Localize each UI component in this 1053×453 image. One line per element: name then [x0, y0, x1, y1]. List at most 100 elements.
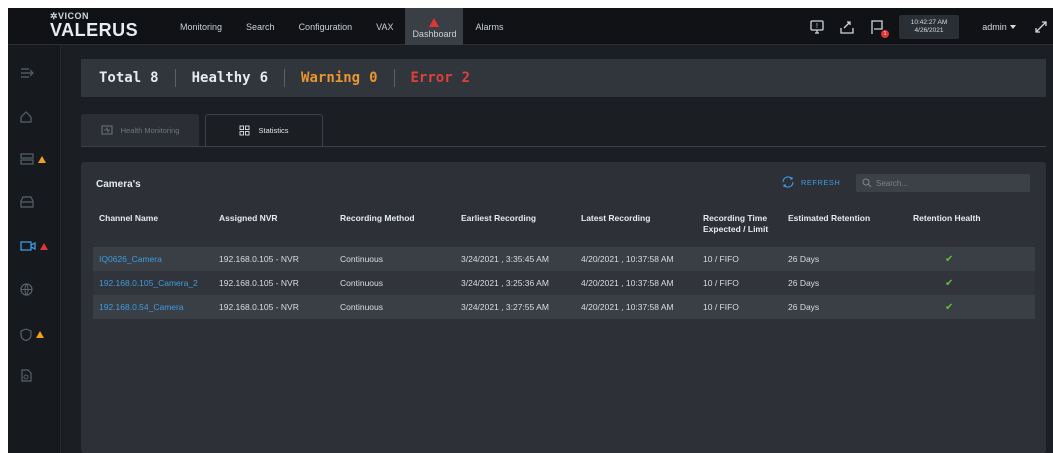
tab-statistics[interactable]: Statistics	[205, 114, 323, 146]
notification-badge: 1	[881, 29, 889, 38]
cell-retention: 26 Days	[782, 271, 905, 295]
cameras-table: Channel Name Assigned NVR Recording Meth…	[93, 207, 1035, 319]
shield-icon	[20, 327, 32, 341]
cell-nvr: 192.168.0.105 - NVR	[213, 271, 334, 295]
col-recording-method[interactable]: Recording Method	[334, 207, 455, 247]
flag-icon[interactable]: 1	[869, 19, 889, 38]
table-row[interactable]: IQ0626_Camera 192.168.0.105 - NVR Contin…	[93, 247, 1035, 271]
cell-method: Continuous	[334, 271, 455, 295]
main-nav: Monitoring Search Configuration VAX Dash…	[168, 8, 515, 45]
sidebar-item-shield[interactable]	[8, 324, 61, 344]
refresh-button[interactable]: REFRESH	[781, 176, 840, 188]
network-icon[interactable]	[8, 279, 61, 299]
monitor-alert-icon[interactable]: !	[809, 19, 825, 35]
clock-display: 10:42:27 AM 4/26/2021	[899, 14, 959, 39]
channel-name-link[interactable]: 192.168.0.105_Camera_2	[93, 271, 213, 295]
search-input[interactable]	[876, 178, 1016, 188]
dashboard-alert-icon	[429, 18, 440, 27]
tab-health-monitoring[interactable]: Health Monitoring	[81, 114, 199, 146]
report-icon[interactable]	[8, 365, 61, 385]
nav-configuration[interactable]: Configuration	[287, 8, 365, 45]
sidebar	[8, 45, 61, 453]
summary-warning[interactable]: Warning 0	[301, 70, 377, 86]
col-latest-recording[interactable]: Latest Recording	[575, 207, 697, 247]
cell-method: Continuous	[334, 247, 455, 271]
sidebar-item-camera[interactable]	[8, 236, 61, 256]
cell-latest: 4/20/2021 , 10:37:58 AM	[575, 271, 697, 295]
col-assigned-nvr[interactable]: Assigned NVR	[213, 207, 334, 247]
divider	[284, 69, 286, 87]
channel-name-link[interactable]: IQ0626_Camera	[93, 247, 213, 271]
collapse-menu-icon[interactable]	[8, 63, 61, 83]
health-monitor-icon	[101, 125, 113, 135]
vicon-valerus-logo: ✲VICON VALERUS	[50, 12, 139, 40]
table-row[interactable]: 192.168.0.105_Camera_2 192.168.0.105 - N…	[93, 271, 1035, 295]
chevron-down-icon	[1009, 24, 1016, 29]
divider	[174, 69, 176, 87]
nav-search[interactable]: Search	[234, 8, 287, 45]
warning-icon	[38, 155, 46, 163]
table-header-row: Channel Name Assigned NVR Recording Meth…	[93, 207, 1035, 247]
tab-statistics-label: Statistics	[258, 126, 289, 135]
nav-alarms[interactable]: Alarms	[463, 8, 515, 45]
user-name: admin	[982, 21, 1007, 32]
healthy-label: Healthy	[191, 70, 251, 86]
col-estimated-retention[interactable]: Estimated Retention	[782, 207, 905, 247]
cell-retention: 26 Days	[782, 295, 905, 319]
nav-vax[interactable]: VAX	[364, 8, 405, 45]
cell-retention: 26 Days	[782, 247, 905, 271]
warning-value: 0	[369, 70, 378, 86]
cameras-panel: Camera's REFRESH Channel Name Assigned N…	[81, 162, 1046, 453]
summary-healthy[interactable]: Healthy 6	[192, 70, 268, 86]
storage-icon	[20, 153, 34, 165]
total-label: Total	[99, 70, 142, 86]
home-icon[interactable]	[8, 107, 61, 127]
camera-icon	[20, 241, 36, 251]
search-box	[856, 174, 1030, 192]
nav-monitoring[interactable]: Monitoring	[168, 8, 234, 45]
error-icon	[40, 242, 48, 250]
server-icon[interactable]	[8, 192, 61, 212]
col-recording-time[interactable]: Recording Time Expected / Limit	[697, 207, 782, 247]
cell-earliest: 3/24/2021 , 3:25:36 AM	[455, 271, 575, 295]
summary-total[interactable]: Total 8	[99, 70, 159, 86]
user-menu[interactable]: admin	[969, 22, 1029, 32]
brand-big: VALERUS	[50, 20, 139, 40]
healthy-value: 6	[259, 70, 269, 86]
check-icon: ✔	[905, 271, 1035, 295]
col-channel-name[interactable]: Channel Name	[93, 207, 213, 247]
top-bar: ✲VICON VALERUS Monitoring Search Configu…	[8, 8, 1053, 45]
cell-recording-time: 10 / FIFO	[697, 295, 782, 319]
dashboard-tabs: Health Monitoring Statistics	[81, 114, 323, 146]
export-icon[interactable]	[839, 19, 855, 35]
app-window: ✲VICON VALERUS Monitoring Search Configu…	[8, 8, 1053, 453]
channel-name-link[interactable]: 192.168.0.54_Camera	[93, 295, 213, 319]
cell-recording-time: 10 / FIFO	[697, 271, 782, 295]
table-row[interactable]: 192.168.0.54_Camera 192.168.0.105 - NVR …	[93, 295, 1035, 319]
col-earliest-recording[interactable]: Earliest Recording	[455, 207, 575, 247]
check-icon: ✔	[905, 295, 1035, 319]
refresh-label: REFRESH	[801, 177, 841, 187]
grid-icon	[240, 125, 250, 136]
summary-error[interactable]: Error 2	[411, 70, 471, 86]
cell-method: Continuous	[334, 295, 455, 319]
cell-earliest: 3/24/2021 , 3:27:55 AM	[455, 295, 575, 319]
panel-title: Camera's	[96, 179, 141, 190]
cell-recording-time: 10 / FIFO	[697, 247, 782, 271]
cell-nvr: 192.168.0.105 - NVR	[213, 247, 334, 271]
refresh-icon	[782, 176, 794, 188]
nav-dashboard[interactable]: Dashboard	[405, 8, 464, 45]
expand-icon[interactable]	[1029, 8, 1053, 45]
nav-dashboard-label: Dashboard	[412, 29, 457, 39]
tab-divider	[81, 146, 1046, 147]
warning-icon	[36, 330, 44, 338]
cell-latest: 4/20/2021 , 10:37:58 AM	[575, 295, 697, 319]
health-summary-bar: Total 8 Healthy 6 Warning 0 Error 2	[81, 59, 1046, 97]
clock-time: 10:42:27 AM	[910, 18, 948, 26]
tab-health-monitoring-label: Health Monitoring	[120, 125, 180, 135]
total-value: 8	[150, 70, 159, 86]
sidebar-item-storage[interactable]	[8, 149, 61, 169]
col-retention-health[interactable]: Retention Health	[905, 207, 1035, 247]
check-icon: ✔	[905, 247, 1035, 271]
cell-latest: 4/20/2021 , 10:37:58 AM	[575, 247, 697, 271]
